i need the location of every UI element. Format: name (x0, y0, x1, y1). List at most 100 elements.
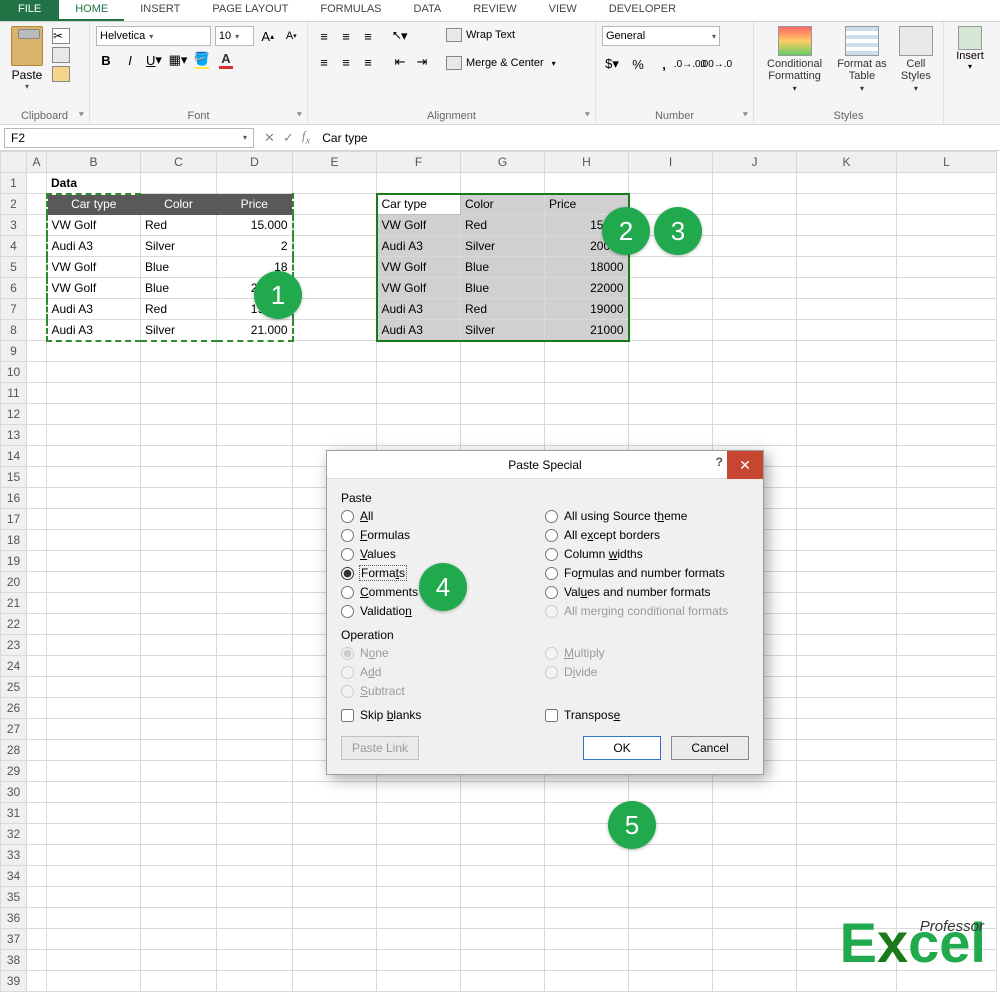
row-header[interactable]: 1 (1, 173, 27, 194)
row-header[interactable]: 3 (1, 215, 27, 236)
row-header[interactable]: 37 (1, 929, 27, 950)
col-header[interactable]: B (47, 152, 141, 173)
comma-format-icon[interactable]: , (654, 54, 674, 74)
cell[interactable]: Blue (141, 278, 217, 299)
fx-icon[interactable]: fx (302, 128, 310, 147)
cell[interactable]: Red (461, 299, 545, 320)
dialog-launcher-icon[interactable]: ⯆ (584, 110, 591, 121)
row-header[interactable]: 33 (1, 845, 27, 866)
cell[interactable]: VW Golf (377, 278, 461, 299)
wrap-text-button[interactable]: Wrap Text (442, 26, 560, 44)
insert-cells-button[interactable]: Insert▾ (950, 26, 990, 71)
align-bottom-icon[interactable]: ≡ (358, 26, 378, 46)
cell[interactable]: Audi A3 (47, 299, 141, 320)
cell[interactable]: 19000 (545, 299, 629, 320)
tab-view[interactable]: VIEW (533, 0, 593, 21)
row-header[interactable]: 12 (1, 404, 27, 425)
cell[interactable]: Audi A3 (377, 236, 461, 257)
radio-values-number[interactable]: Values and number formats (545, 585, 749, 599)
enter-formula-icon[interactable]: ✓ (283, 130, 294, 146)
row-header[interactable]: 32 (1, 824, 27, 845)
tab-file[interactable]: FILE (0, 0, 59, 21)
row-header[interactable]: 23 (1, 635, 27, 656)
cancel-button[interactable]: Cancel (671, 736, 749, 760)
font-size-combo[interactable]: 10▾ (215, 26, 254, 46)
row-header[interactable]: 15 (1, 467, 27, 488)
col-header[interactable]: A (27, 152, 47, 173)
check-transpose[interactable]: Transpose (545, 708, 749, 722)
cell[interactable]: VW Golf (47, 215, 141, 236)
radio-column-widths[interactable]: Column widths (545, 547, 749, 561)
cell[interactable]: VW Golf (377, 215, 461, 236)
cell[interactable]: Color (461, 194, 545, 215)
align-right-icon[interactable]: ≡ (358, 52, 378, 72)
cell[interactable]: Silver (141, 236, 217, 257)
underline-button[interactable]: U▾ (144, 50, 164, 70)
row-header[interactable]: 19 (1, 551, 27, 572)
cell[interactable]: Red (141, 299, 217, 320)
cell[interactable]: 21.000 (217, 320, 293, 341)
tab-page-layout[interactable]: PAGE LAYOUT (196, 0, 304, 21)
font-name-combo[interactable]: Helvetica▾ (96, 26, 211, 46)
accounting-format-icon[interactable]: $▾ (602, 54, 622, 74)
radio-formulas[interactable]: Formulas (341, 528, 545, 542)
row-header[interactable]: 38 (1, 950, 27, 971)
col-header[interactable]: J (713, 152, 797, 173)
col-header[interactable]: C (141, 152, 217, 173)
cell[interactable]: 22000 (545, 278, 629, 299)
row-header[interactable]: 4 (1, 236, 27, 257)
dialog-titlebar[interactable]: Paste Special ? ✕ (327, 451, 763, 479)
row-header[interactable]: 25 (1, 677, 27, 698)
cell[interactable]: Red (141, 215, 217, 236)
cell[interactable]: Red (461, 215, 545, 236)
cut-icon[interactable]: ✂ (52, 28, 70, 44)
help-icon[interactable]: ? (716, 455, 723, 469)
row-header[interactable]: 13 (1, 425, 27, 446)
cell[interactable]: 15.000 (217, 215, 293, 236)
row-header[interactable]: 30 (1, 782, 27, 803)
cell-styles-button[interactable]: Cell Styles▾ (895, 26, 937, 93)
decrease-font-icon[interactable]: A▾ (282, 26, 302, 46)
cell[interactable]: Blue (461, 257, 545, 278)
col-header[interactable]: F (377, 152, 461, 173)
cell[interactable]: Audi A3 (47, 236, 141, 257)
decrease-indent-icon[interactable]: ⇤ (390, 52, 410, 72)
dialog-launcher-icon[interactable]: ⯆ (296, 110, 303, 121)
row-header[interactable]: 21 (1, 593, 27, 614)
tab-review[interactable]: REVIEW (457, 0, 532, 21)
close-icon[interactable]: ✕ (727, 451, 763, 479)
row-header[interactable]: 29 (1, 761, 27, 782)
cell[interactable]: Price (217, 194, 293, 215)
increase-decimal-icon[interactable]: .0→.00 (680, 54, 700, 74)
cell[interactable]: Data (47, 173, 141, 194)
dialog-launcher-icon[interactable]: ⯆ (742, 110, 749, 121)
radio-except-borders[interactable]: All except borders (545, 528, 749, 542)
radio-formulas-number[interactable]: Formulas and number formats (545, 566, 749, 580)
cell[interactable]: Blue (141, 257, 217, 278)
row-header[interactable]: 20 (1, 572, 27, 593)
tab-developer[interactable]: DEVELOPER (593, 0, 692, 21)
merge-center-button[interactable]: Merge & Center▾ (442, 54, 560, 72)
row-header[interactable]: 31 (1, 803, 27, 824)
border-button[interactable]: ▦▾ (168, 50, 188, 70)
tab-home[interactable]: HOME (59, 0, 124, 21)
dialog-launcher-icon[interactable]: ⯆ (78, 110, 85, 121)
align-middle-icon[interactable]: ≡ (336, 26, 356, 46)
ok-button[interactable]: OK (583, 736, 661, 760)
row-header[interactable]: 5 (1, 257, 27, 278)
bold-button[interactable]: B (96, 50, 116, 70)
row-header[interactable]: 6 (1, 278, 27, 299)
cell[interactable]: Audi A3 (377, 320, 461, 341)
radio-values[interactable]: Values (341, 547, 545, 561)
conditional-formatting-button[interactable]: Conditional Formatting▾ (760, 26, 829, 93)
col-header[interactable]: I (629, 152, 713, 173)
row-header[interactable]: 39 (1, 971, 27, 992)
row-header[interactable]: 10 (1, 362, 27, 383)
row-header[interactable]: 27 (1, 719, 27, 740)
row-header[interactable]: 28 (1, 740, 27, 761)
cell[interactable]: Silver (461, 236, 545, 257)
cell[interactable]: Silver (141, 320, 217, 341)
col-header[interactable]: D (217, 152, 293, 173)
radio-all[interactable]: All (341, 509, 545, 523)
col-header[interactable]: G (461, 152, 545, 173)
